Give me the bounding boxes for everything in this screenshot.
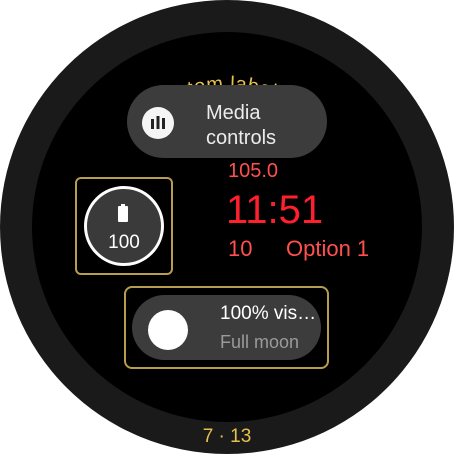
media-controls-chip[interactable]: Media controls [127,85,327,158]
battery-icon [118,204,128,222]
moon-phase-complication[interactable]: 100% vis… Full moon [124,286,329,369]
moon-visibility: 100% vis… [220,303,317,324]
battery-complication[interactable]: 100 [75,177,173,275]
top-value: 105.0 [228,160,279,182]
battery-ring: 100 [84,186,164,266]
moon-phase-icon [148,310,188,350]
media-label-line2: controls [206,127,277,149]
media-controls-label: Media controls [206,101,276,151]
watch-face: Custom label :D 7 · 13 Media controls 10… [0,0,454,454]
moon-phase-name: Full moon [220,332,300,352]
bar-chart-icon [142,107,174,139]
clock-time: 11:51 [226,188,324,232]
left-value: 10 [228,236,253,261]
moon-chip: 100% vis… Full moon [132,295,321,360]
media-label-line1: Media [206,102,261,124]
option-value: Option 1 [286,236,370,261]
battery-value: 100 [108,232,140,253]
bottom-label: 7 · 13 [202,426,252,447]
